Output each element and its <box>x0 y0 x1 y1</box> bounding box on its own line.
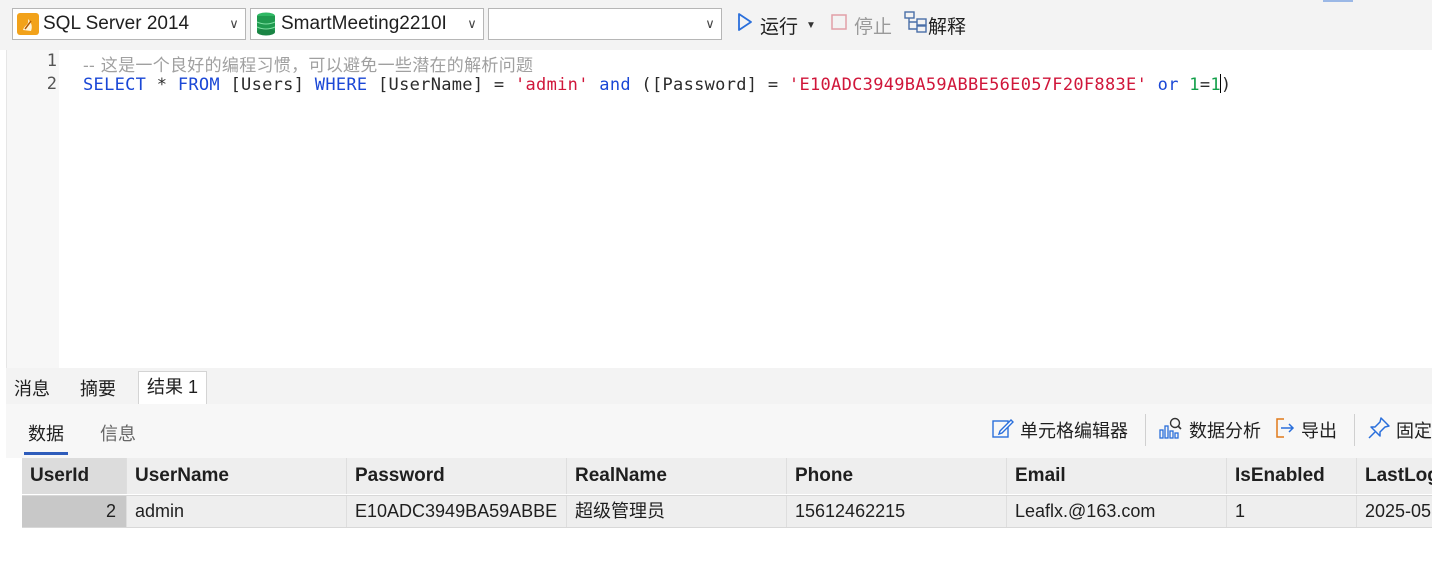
edit-icon <box>991 416 1015 445</box>
cell-editor-label: 单元格编辑器 <box>1020 421 1128 441</box>
string-literal: 'admin' <box>514 75 589 95</box>
explain-button[interactable]: 解释 <box>904 10 966 40</box>
keyword-or: or <box>1157 75 1179 95</box>
keyword-and: and <box>599 75 631 95</box>
pin-label: 固定 <box>1396 421 1432 441</box>
result-subbar: 数据 信息 单元格编辑器 数据分析 导出 固定 <box>6 404 1432 458</box>
cell-editor-button[interactable]: 单元格编辑器 <box>991 417 1128 443</box>
table-cell[interactable]: Leaflx.@163.com <box>1007 496 1227 527</box>
table-cell[interactable]: 2 <box>22 496 127 527</box>
connection-select[interactable]: SQL Server 2014 ∨ <box>12 8 246 40</box>
sql-server-icon <box>16 12 40 36</box>
subtab-info[interactable]: 信息 <box>100 420 136 446</box>
data-analysis-button[interactable]: 数据分析 <box>1158 417 1261 443</box>
connection-label: SQL Server 2014 <box>43 13 190 34</box>
chart-magnifier-icon <box>1158 416 1184 445</box>
database-select[interactable]: SmartMeeting2210I ∨ <box>250 8 484 40</box>
code-text: * <box>146 75 178 95</box>
sql-editor[interactable]: 1 2 -- 这是一个良好的编程习惯，可以避免一些潜在的解析问题 SELECT … <box>6 50 1432 368</box>
toolbar: SQL Server 2014 ∨ SmartMeeting2210I ∨ ∨ … <box>0 0 1432 50</box>
database-label: SmartMeeting2210I <box>281 13 447 34</box>
column-header[interactable]: UserName <box>127 458 347 494</box>
code-text: [UserName] = <box>367 75 515 95</box>
tab-messages[interactable]: 消息 <box>6 375 58 404</box>
code-text: = <box>1199 75 1211 95</box>
export-icon <box>1272 416 1296 445</box>
line-number-gutter: 1 2 <box>7 50 59 368</box>
chevron-down-icon: ∨ <box>705 16 715 31</box>
chevron-down-icon: ∨ <box>229 16 239 31</box>
result-panel: 消息 摘要 结果 1 数据 信息 单元格编辑器 数据分析 导出 固定 UserI… <box>6 368 1432 580</box>
stop-label: 停止 <box>854 16 893 38</box>
subtab-data[interactable]: 数据 <box>24 420 68 455</box>
export-button[interactable]: 导出 <box>1272 417 1337 443</box>
column-header[interactable]: Email <box>1007 458 1227 494</box>
column-header[interactable]: Phone <box>787 458 1007 494</box>
window-accent <box>1323 0 1353 2</box>
number-literal: 1 <box>1189 75 1200 95</box>
export-label: 导出 <box>1301 421 1337 441</box>
keyword-from: FROM <box>177 75 220 95</box>
run-button[interactable]: 运行 ▼ <box>736 10 816 40</box>
table-cell[interactable]: 超级管理员 <box>567 496 787 527</box>
data-analysis-label: 数据分析 <box>1189 421 1261 441</box>
column-header[interactable]: RealName <box>567 458 787 494</box>
pin-button[interactable]: 固定 <box>1367 416 1432 445</box>
table-cell[interactable]: 2025-05 <box>1357 496 1432 527</box>
column-header[interactable]: LastLog <box>1357 458 1432 494</box>
code-text: ([Password] = <box>630 75 789 95</box>
column-header[interactable]: Password <box>347 458 567 494</box>
grid-header-row: UserId UserName Password RealName Phone … <box>22 458 1432 494</box>
column-header[interactable]: UserId <box>22 458 127 494</box>
play-icon <box>736 12 754 38</box>
stop-icon <box>830 13 848 37</box>
table-row[interactable]: 2 admin E10ADC3949BA59ABBE 超级管理员 1561246… <box>22 495 1432 528</box>
run-label: 运行 <box>760 16 799 38</box>
line-number: 1 <box>46 51 57 71</box>
explain-label: 解释 <box>928 16 967 38</box>
chevron-down-icon: ∨ <box>467 16 477 31</box>
column-header[interactable]: IsEnabled <box>1227 458 1357 494</box>
table-cell[interactable]: E10ADC3949BA59ABBE <box>347 496 567 527</box>
line-number: 2 <box>46 74 57 94</box>
toolbar-divider <box>1354 414 1355 446</box>
sql-comment: -- 这是一个良好的编程习惯，可以避免一些潜在的解析问题 <box>83 56 534 76</box>
schema-select[interactable]: ∨ <box>488 8 722 40</box>
stop-button[interactable]: 停止 <box>830 10 892 40</box>
dropdown-arrow-icon[interactable]: ▼ <box>806 20 816 31</box>
code-line-2[interactable]: SELECT * FROM [Users] WHERE [UserName] =… <box>83 74 1231 95</box>
database-icon <box>254 11 278 37</box>
table-name: [Users] <box>219 75 315 95</box>
table-cell[interactable]: 15612462215 <box>787 496 1007 527</box>
pin-icon <box>1367 416 1391 445</box>
string-literal: 'E10ADC3949BA59ABBE56E057F20F883E' <box>788 75 1148 95</box>
tab-summary[interactable]: 摘要 <box>72 375 124 404</box>
table-cell[interactable]: admin <box>127 496 347 527</box>
keyword-select: SELECT <box>83 75 147 95</box>
code-line-1[interactable]: -- 这是一个良好的编程习惯，可以避免一些潜在的解析问题 <box>83 51 533 76</box>
keyword-where: WHERE <box>314 75 368 95</box>
result-tabs: 消息 摘要 结果 1 <box>6 368 1432 404</box>
code-text: ) <box>1220 75 1232 95</box>
table-cell[interactable]: 1 <box>1227 496 1357 527</box>
tab-result-1[interactable]: 结果 1 <box>138 371 208 404</box>
result-grid[interactable]: UserId UserName Password RealName Phone … <box>6 458 1432 580</box>
explain-plan-icon <box>904 11 928 39</box>
toolbar-divider <box>1145 414 1146 446</box>
